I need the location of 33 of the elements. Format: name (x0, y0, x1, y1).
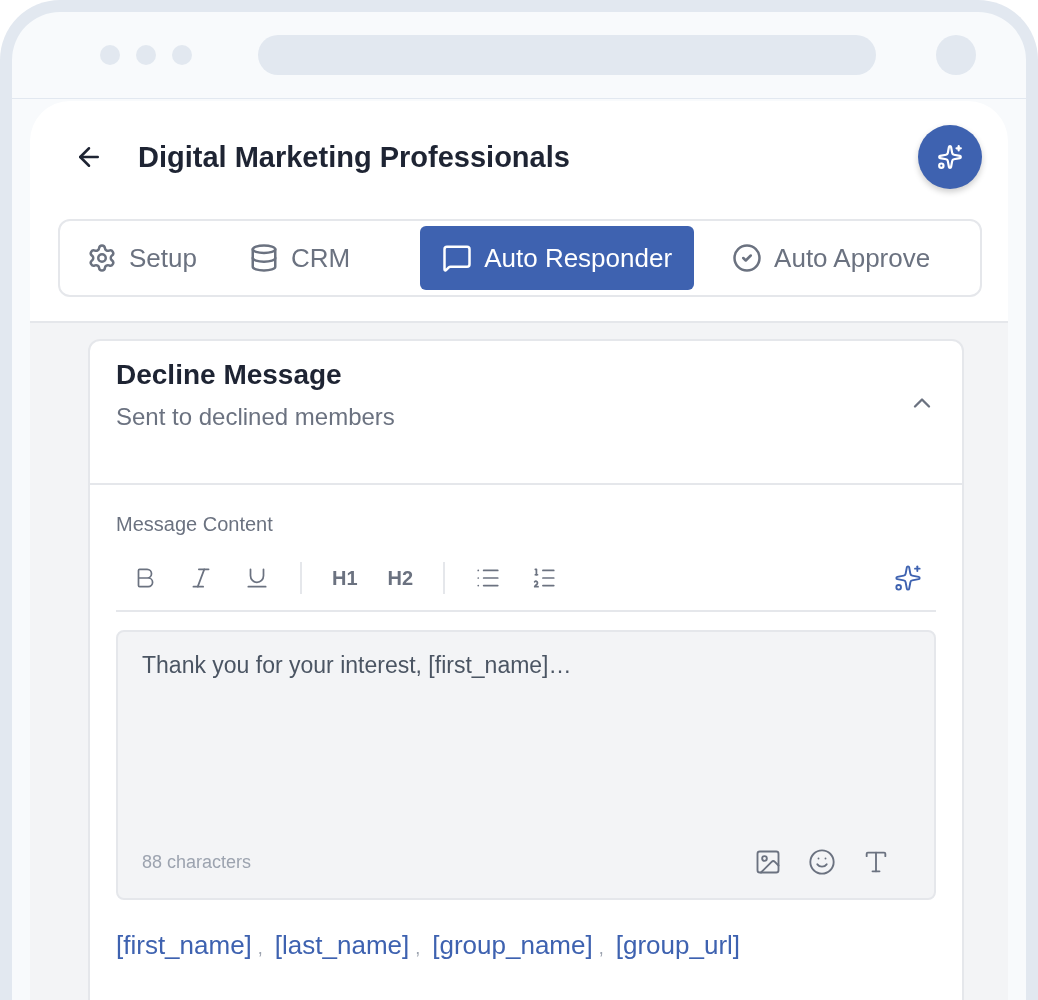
message-editor[interactable]: Thank you for your interest, [first_name]… 88 characters (116, 630, 936, 900)
field-label: Message Content (116, 513, 274, 536)
tab[interactable]: Auto Responder (420, 226, 695, 290)
variable-link[interactable]: [first_name] (116, 930, 252, 961)
variable-link[interactable]: [group_url] (615, 930, 741, 961)
sparkle-icon (894, 564, 922, 592)
insert-image-button[interactable] (754, 848, 782, 876)
section-title: Decline Message (116, 359, 343, 391)
heading-button[interactable]: H2 (387, 566, 414, 590)
gear-icon (87, 243, 117, 273)
heading-button[interactable]: H1 (332, 566, 358, 590)
separator-comma: , (598, 938, 604, 959)
character-count: 88 characters (142, 851, 253, 873)
tab[interactable]: Auto Approve (710, 226, 953, 290)
numbered-list-button[interactable] (531, 565, 558, 591)
sparkle-icon (937, 144, 963, 170)
variable-link[interactable]: [last_name] (274, 930, 410, 961)
chat-bubble-icon (442, 243, 473, 273)
variable-link[interactable]: [group_name] (432, 930, 593, 961)
tab[interactable]: CRM (226, 226, 373, 290)
numbered-list-icon (531, 565, 558, 591)
tab[interactable]: Setup (65, 226, 219, 290)
page-title: Digital Marketing Professionals (138, 140, 571, 174)
section-subtitle: Sent to declined members (116, 403, 396, 431)
message-text: Thank you for your interest, [first_name]… (142, 652, 572, 678)
image-icon (754, 848, 782, 876)
ai-write-button[interactable] (894, 564, 922, 592)
ai-button[interactable] (918, 125, 982, 189)
separator-comma: , (257, 938, 263, 959)
separator-comma: , (415, 938, 421, 959)
emoji-button[interactable] (808, 848, 836, 876)
smiley-icon (808, 848, 836, 876)
check-circle-icon (732, 243, 763, 273)
